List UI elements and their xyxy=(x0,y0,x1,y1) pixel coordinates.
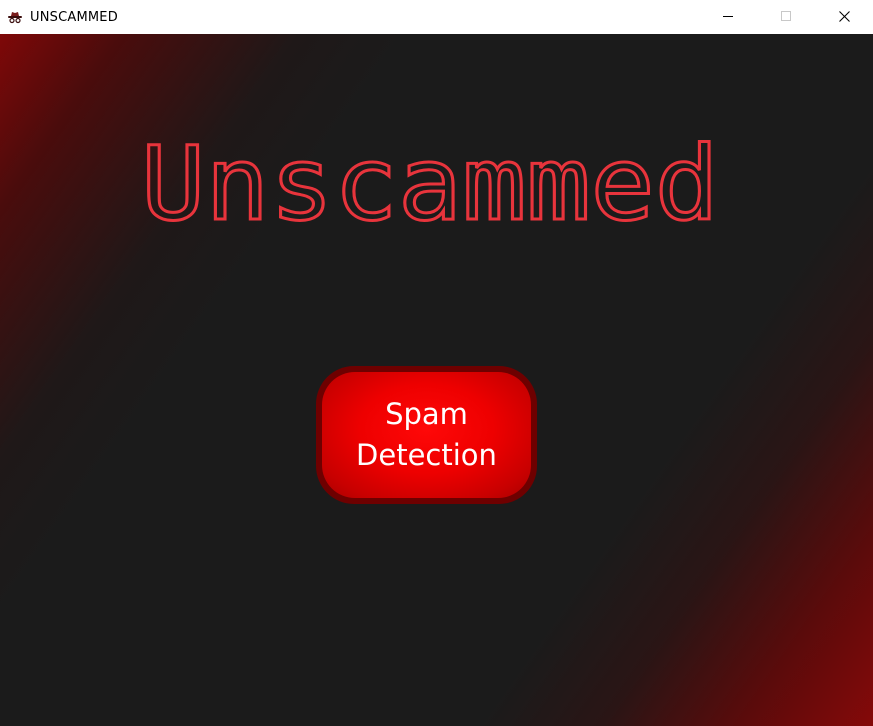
app-title-text: Unscammed xyxy=(141,129,719,239)
minimize-icon xyxy=(723,16,733,17)
window-controls xyxy=(699,0,873,34)
spam-detection-button[interactable]: Spam Detection xyxy=(316,366,537,504)
spy-hat-icon xyxy=(7,9,23,25)
spam-button-label-line2: Detection xyxy=(356,438,497,472)
title-bar[interactable]: UNSCAMMED xyxy=(0,0,873,34)
maximize-icon xyxy=(781,11,791,21)
close-button[interactable] xyxy=(815,0,873,32)
spam-detection-button-face: Spam Detection xyxy=(322,372,531,498)
maximize-button[interactable] xyxy=(757,0,815,32)
spam-button-label-line1: Spam xyxy=(385,397,468,431)
app-title: Unscammed xyxy=(140,129,721,239)
minimize-button[interactable] xyxy=(699,0,757,32)
window-title: UNSCAMMED xyxy=(30,9,118,25)
close-icon xyxy=(838,10,850,22)
main-content: Unscammed Spam Detection xyxy=(0,34,873,726)
app-window: UNSCAMMED Unscammed Spam Detection xyxy=(0,0,873,726)
